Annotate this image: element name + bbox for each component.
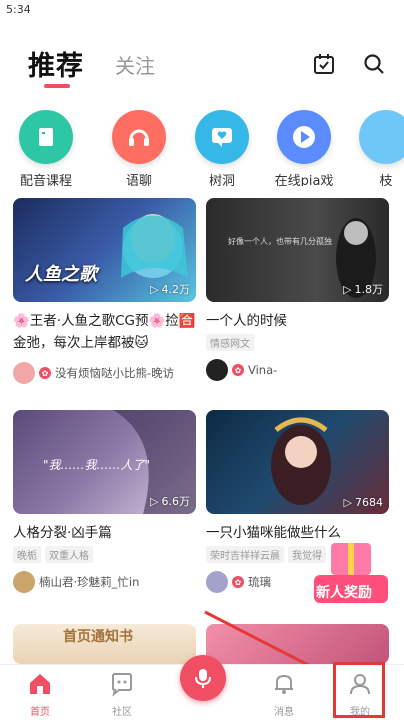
tab-messages[interactable]: 消息 (254, 671, 314, 718)
bell-icon (275, 674, 293, 694)
tab-label: 首页 (30, 707, 50, 718)
highlight-annotation-box (333, 662, 385, 718)
tab-label: 消息 (274, 707, 294, 718)
tab-home[interactable]: 首页 (10, 671, 70, 718)
annotation-arrow (204, 610, 330, 677)
record-mic-button[interactable] (180, 655, 226, 701)
tab-label: 社区 (112, 707, 132, 718)
chat-bubble-icon (112, 673, 132, 697)
microphone-icon (195, 669, 211, 688)
tab-community[interactable]: 社区 (92, 671, 152, 718)
home-icon (30, 674, 50, 694)
